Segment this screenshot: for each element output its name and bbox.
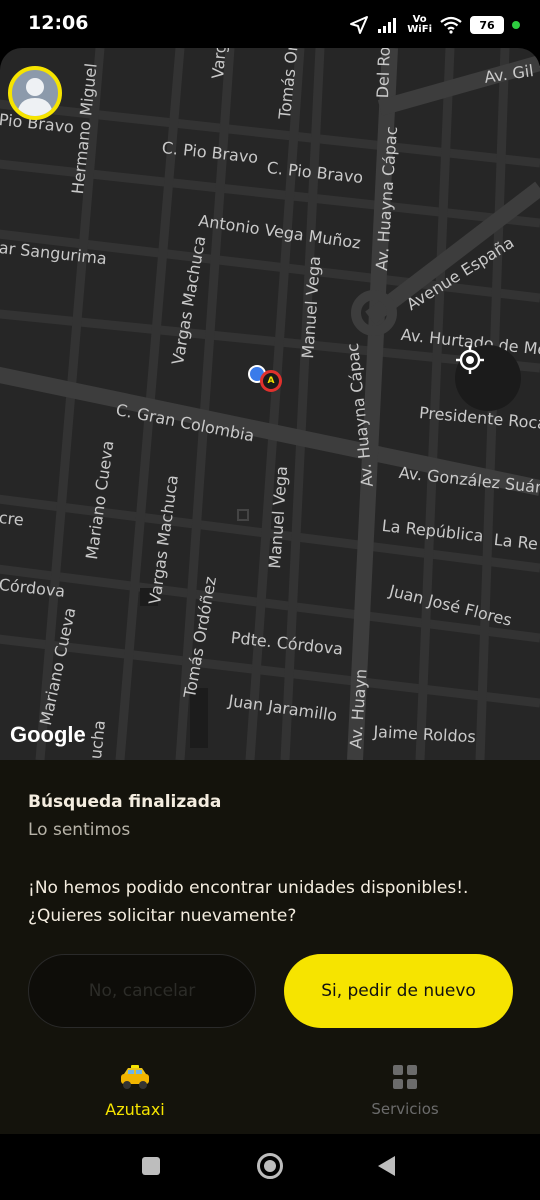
recent-apps-button[interactable] — [142, 1157, 160, 1175]
my-location-button[interactable] — [455, 345, 521, 411]
google-attribution: Google — [10, 722, 86, 747]
tab-servicios[interactable]: Servicios — [305, 1064, 505, 1118]
wifi-icon — [440, 16, 462, 34]
crosshair-icon — [456, 346, 484, 374]
retry-request-button[interactable]: Si, pedir de nuevo — [284, 954, 513, 1028]
vowifi-indicator: Vo WiFi — [407, 15, 432, 35]
back-button[interactable] — [378, 1156, 395, 1176]
grid-icon — [393, 1065, 417, 1089]
street-label: Varg — [208, 48, 231, 80]
street-label: ucha — [86, 719, 109, 760]
tab-azutaxi[interactable]: Azutaxi — [35, 1064, 235, 1119]
street-label: cre — [0, 508, 25, 530]
vowifi-label-bottom: WiFi — [407, 24, 432, 35]
cancel-button[interactable]: No, cancelar — [28, 954, 256, 1028]
panel-message-line2: ¿Quieres solicitar nuevamente? — [28, 906, 297, 926]
status-bar: 12:06 Vo WiFi 76 — [0, 0, 540, 48]
panel-title: Búsqueda finalizada — [28, 792, 222, 812]
pickup-marker-letter: A — [267, 376, 275, 386]
panel-subtitle: Lo sentimos — [28, 820, 131, 840]
panel-message: ¡No hemos podido encontrar unidades disp… — [28, 874, 518, 930]
street-label: Del Ro — [373, 48, 394, 99]
profile-avatar-button[interactable] — [8, 66, 62, 120]
user-avatar-icon — [17, 78, 53, 116]
battery-icon: 76 — [470, 16, 504, 34]
navigation-arrow-icon — [350, 16, 369, 34]
privacy-indicator-dot — [512, 21, 520, 29]
status-icons: Vo WiFi 76 — [349, 14, 520, 36]
map-view[interactable]: Av. Gil F Del Ro Tomás Or Varg Hermano M… — [0, 48, 540, 760]
panel-message-line1: ¡No hemos podido encontrar unidades disp… — [28, 878, 469, 898]
search-result-panel: Búsqueda finalizada Lo sentimos ¡No hemo… — [0, 760, 540, 1134]
status-time: 12:06 — [28, 12, 89, 34]
tab-azutaxi-label: Azutaxi — [105, 1100, 165, 1119]
tab-servicios-label: Servicios — [371, 1100, 439, 1118]
taxi-icon — [121, 1065, 149, 1089]
home-button[interactable] — [257, 1153, 283, 1179]
pickup-marker: A — [260, 370, 282, 392]
signal-icon — [378, 18, 397, 33]
system-navigation-bar — [0, 1134, 540, 1200]
